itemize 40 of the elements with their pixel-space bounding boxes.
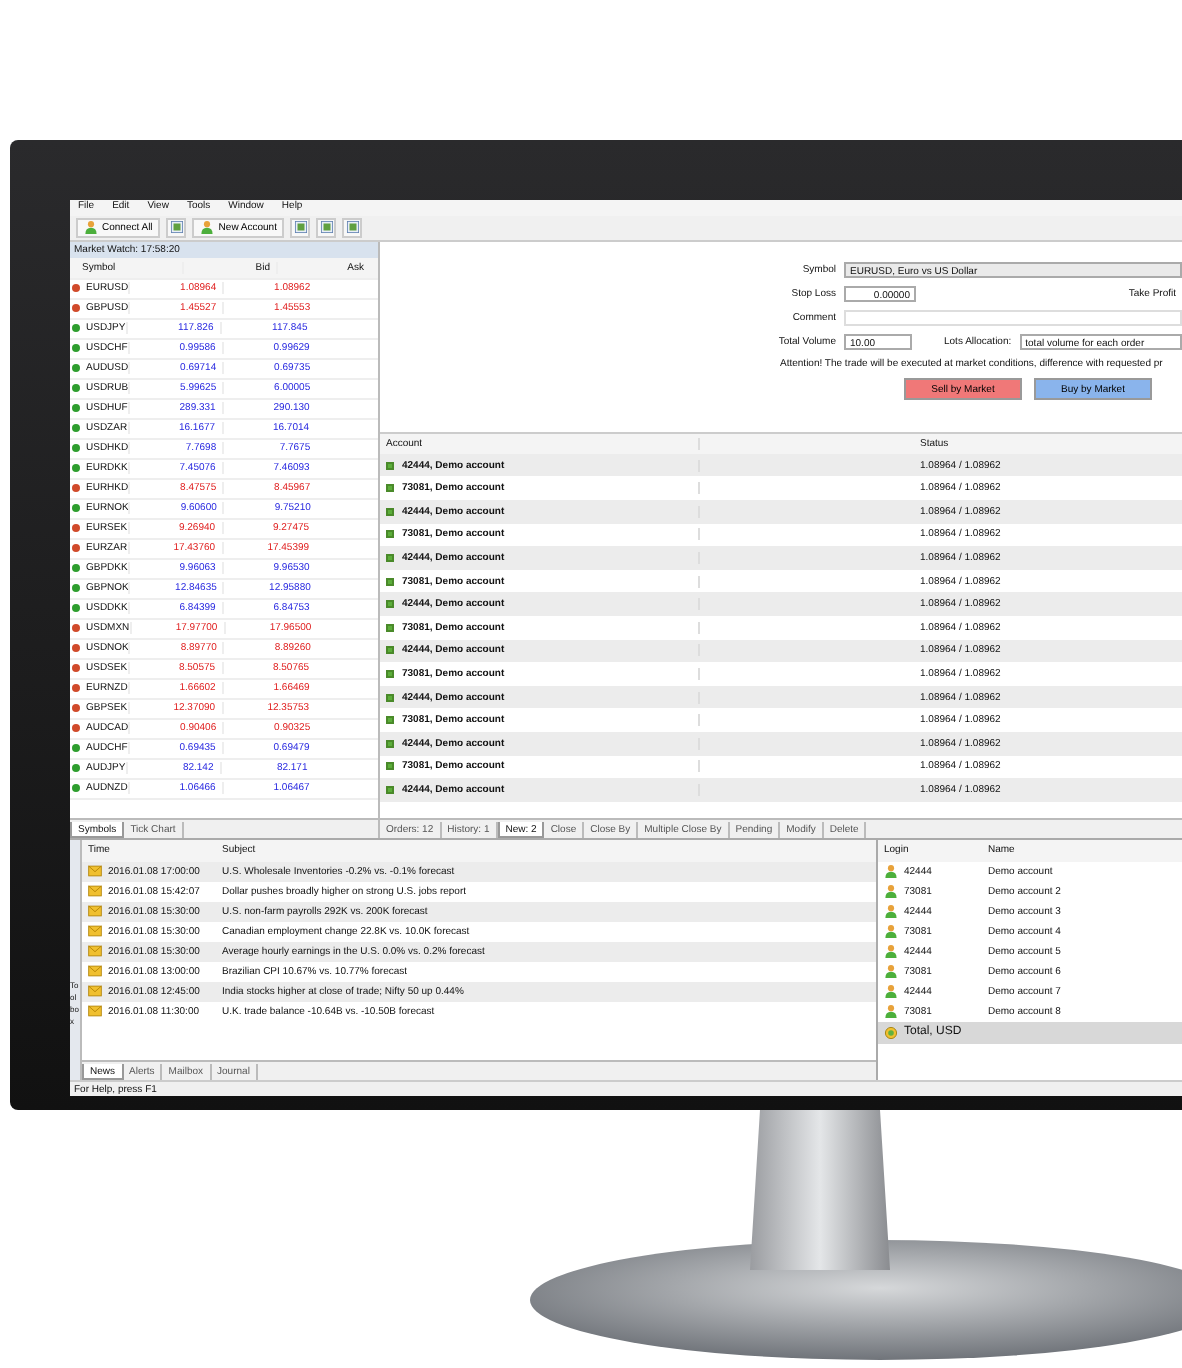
person-icon: [884, 904, 898, 919]
window-icon: [169, 220, 184, 235]
toolbar-button[interactable]: [342, 217, 363, 238]
person-icon: [884, 924, 898, 939]
checkbox[interactable]: [386, 530, 394, 539]
person-icon: [884, 864, 898, 879]
person-icon: [884, 1004, 898, 1019]
checkbox[interactable]: [386, 554, 394, 563]
person-icon: [884, 884, 898, 899]
envelope-icon: [88, 944, 102, 959]
person-icon: [84, 220, 98, 235]
envelope-icon: [88, 984, 102, 999]
checkbox[interactable]: [386, 577, 394, 586]
coin-icon: [884, 1025, 898, 1040]
person-icon: [884, 964, 898, 979]
checkbox[interactable]: [386, 484, 394, 493]
checkbox[interactable]: [386, 693, 394, 702]
checkbox[interactable]: [386, 507, 394, 516]
checkbox[interactable]: [386, 739, 394, 748]
comment-field[interactable]: [844, 309, 1182, 326]
toolbar-button[interactable]: [316, 217, 337, 238]
checkbox[interactable]: [386, 670, 394, 679]
checkbox[interactable]: [386, 646, 394, 655]
envelope-icon: [88, 884, 102, 899]
checkbox[interactable]: [386, 762, 394, 771]
toolbar-button[interactable]: [166, 217, 187, 238]
checkbox[interactable]: [386, 785, 394, 794]
envelope-icon: [88, 864, 102, 879]
envelope-icon: [88, 1004, 102, 1019]
person-icon: [200, 220, 215, 235]
person-icon: [884, 944, 898, 959]
checkbox[interactable]: [386, 623, 394, 632]
envelope-icon: [88, 904, 102, 919]
person-icon: [884, 984, 898, 999]
checkbox[interactable]: [386, 461, 394, 470]
toolbar-button[interactable]: [290, 217, 311, 238]
envelope-icon: [88, 924, 102, 939]
checkbox[interactable]: [386, 716, 394, 725]
checkbox[interactable]: [386, 600, 394, 609]
envelope-icon: [88, 964, 102, 979]
